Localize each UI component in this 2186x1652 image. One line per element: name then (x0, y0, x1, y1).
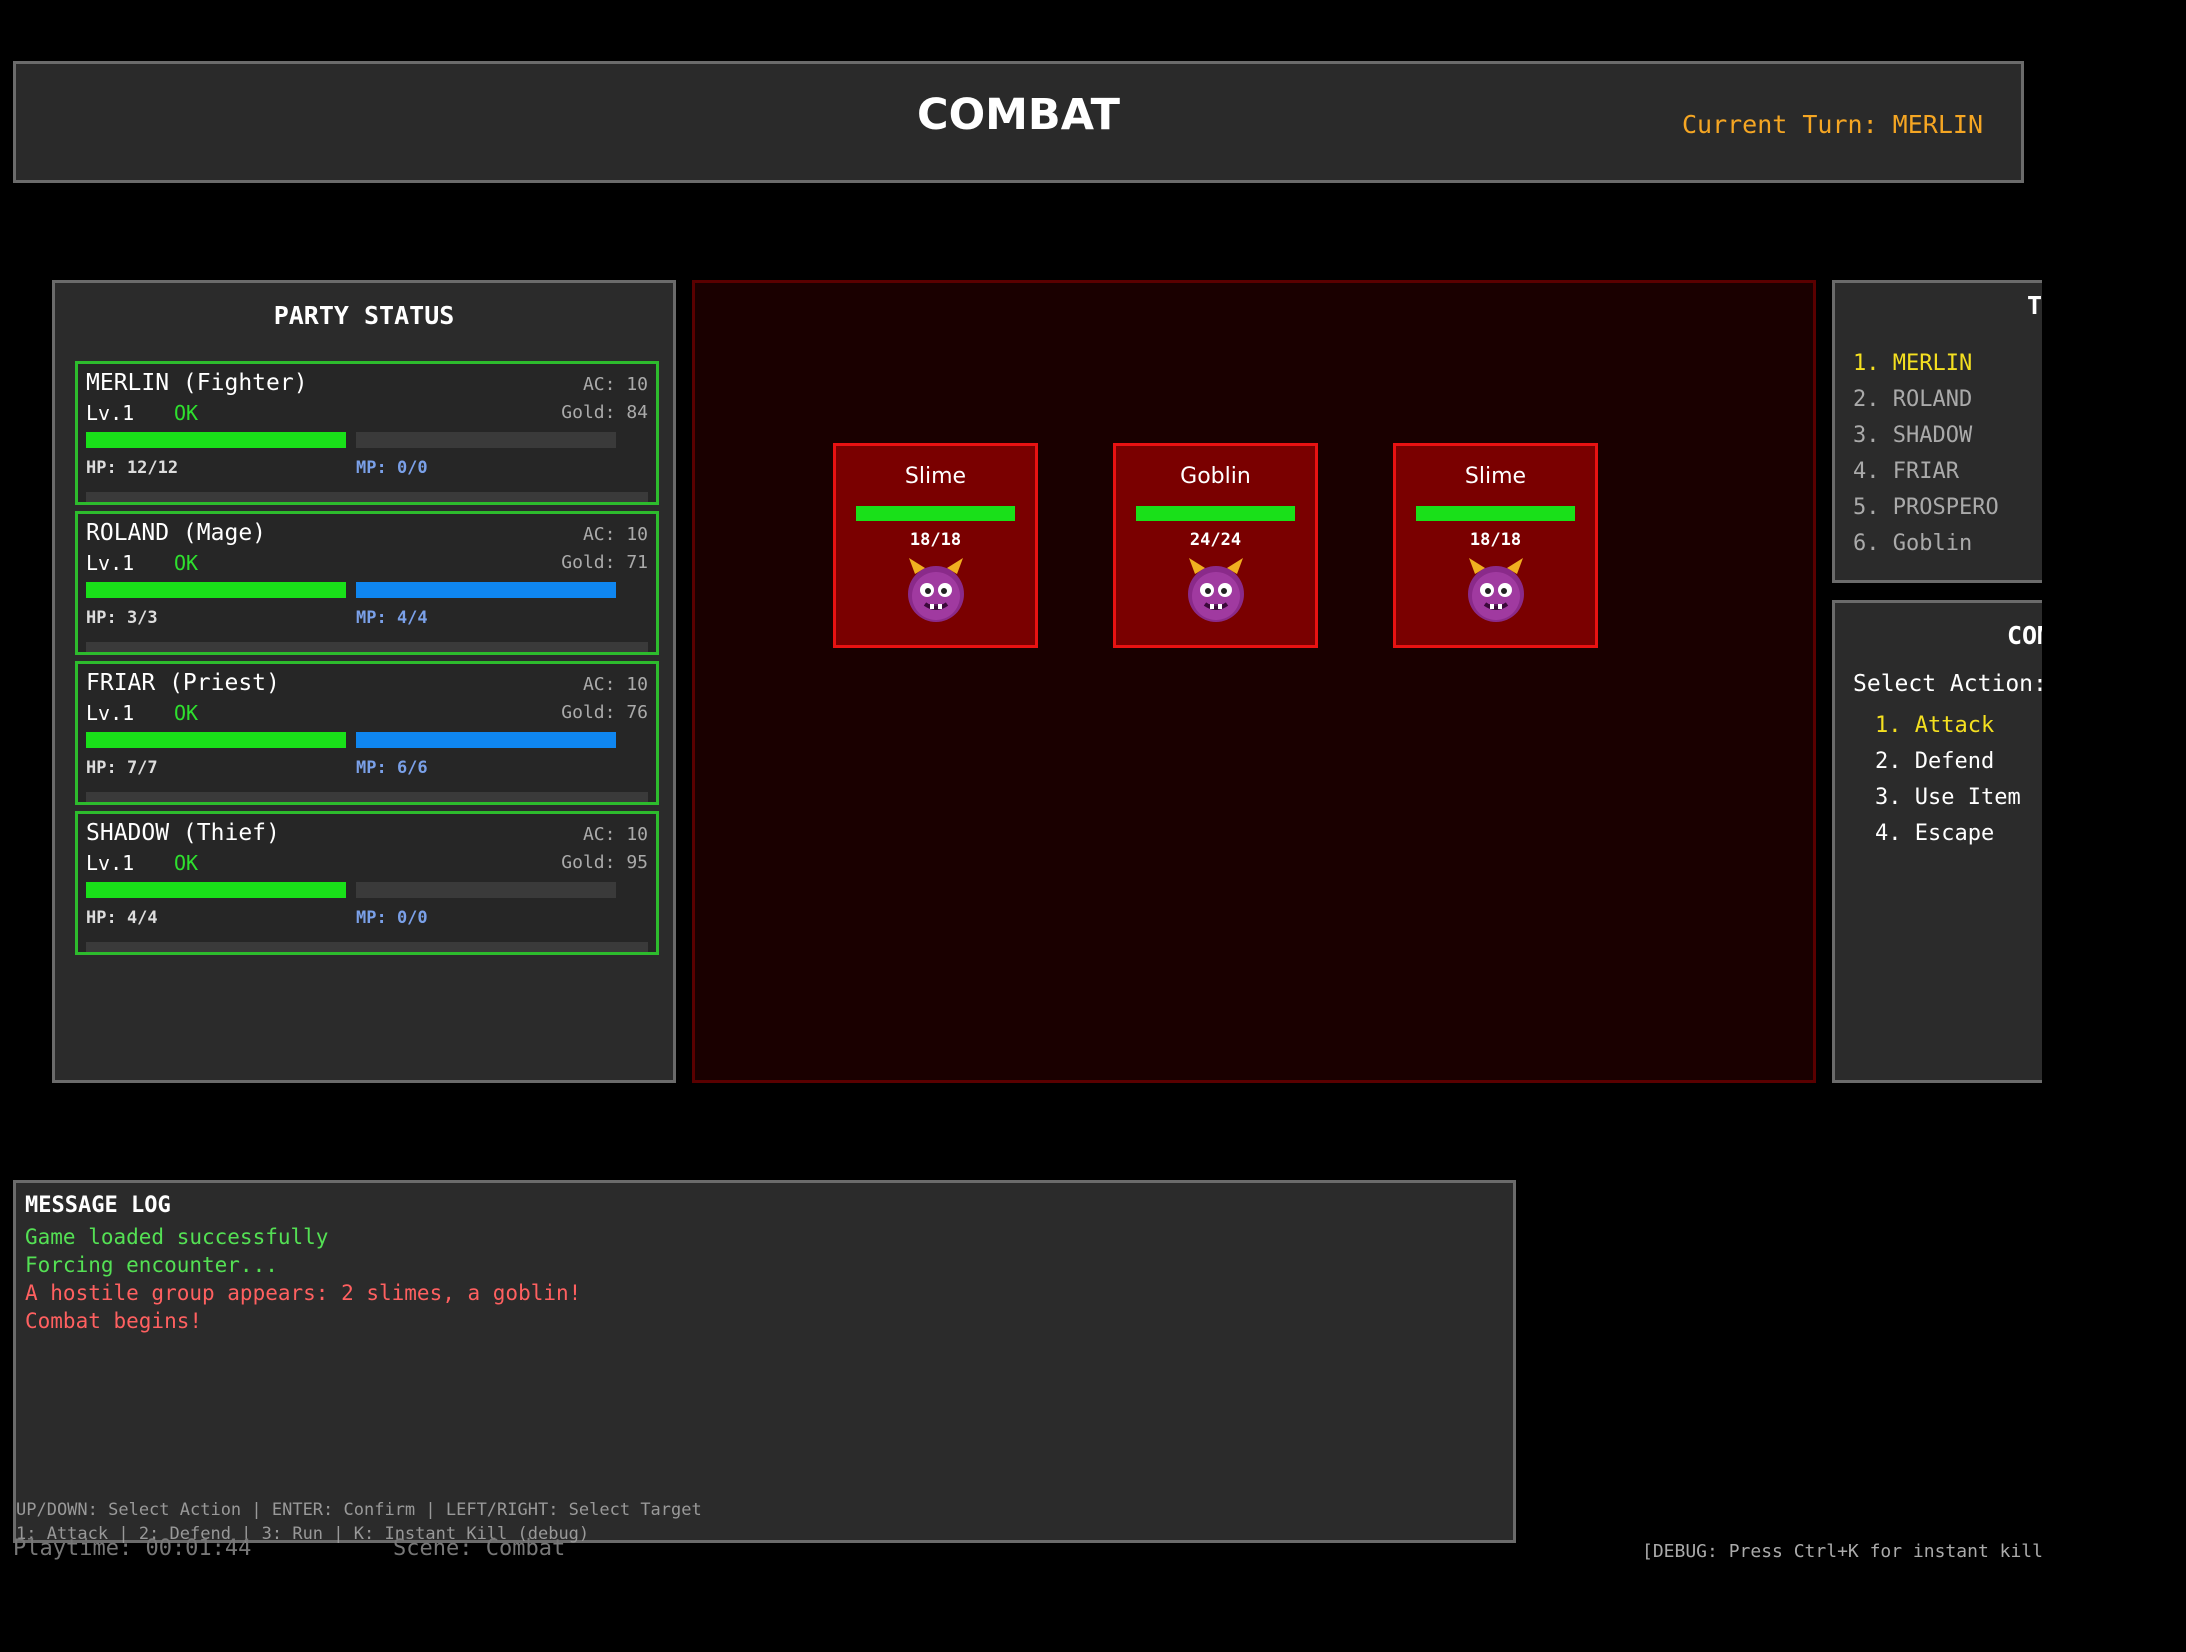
member-status: OK (174, 551, 199, 575)
turn-order-item: 5. PROSPERO (1853, 495, 1999, 520)
enemy-hp-text: 24/24 (1189, 530, 1242, 550)
hp-bar (86, 582, 346, 598)
command-panel: COM Select Action: 1. Attack 2. Defend 3… (1832, 600, 2042, 1083)
party-status-title: PARTY STATUS (273, 301, 455, 330)
demon-face-icon (1468, 558, 1524, 622)
member-status: OK (174, 701, 199, 725)
log-line: A hostile group appears: 2 slimes, a gob… (25, 1281, 582, 1305)
member-mp-text: MP: 0/0 (356, 908, 428, 928)
mp-bar (356, 582, 616, 598)
hp-bar (86, 882, 346, 898)
party-member-card[interactable]: FRIAR (Priest) AC: 10 Lv.1 OK Gold: 76 H… (75, 661, 659, 805)
turn-order-item: 2. ROLAND (1853, 387, 1973, 412)
member-gold: Gold: 76 (561, 702, 648, 723)
member-ac: AC: 10 (582, 824, 648, 845)
turn-order-panel: T 1. MERLIN 2. ROLAND 3. SHADOW 4. FRIAR… (1832, 280, 2042, 583)
command-prompt: Select Action: (1853, 671, 2042, 697)
member-xp-bar (86, 942, 648, 952)
message-log: MESSAGE LOG Game loaded successfully For… (13, 1180, 1516, 1544)
message-log-title: MESSAGE LOG (25, 1193, 171, 1218)
member-mp-text: MP: 0/0 (356, 458, 428, 478)
enemy-card[interactable]: Slime 18/18 (1393, 443, 1598, 648)
member-status: OK (174, 401, 199, 425)
action-escape[interactable]: 4. Escape (1875, 821, 1994, 846)
member-xp-bar (86, 792, 648, 802)
turn-order-item: 3. SHADOW (1853, 423, 1973, 448)
combat-header: COMBAT Current Turn: MERLIN (13, 61, 2024, 183)
member-name: FRIAR (Priest) (86, 670, 280, 696)
member-level: Lv.1 (86, 851, 135, 875)
enemy-card[interactable]: Goblin 24/24 (1113, 443, 1318, 648)
demon-face-icon (1188, 558, 1244, 622)
mp-bar (356, 882, 616, 898)
playtime-label: Playtime: 00:01:44 (13, 1536, 252, 1561)
party-member-card[interactable]: ROLAND (Mage) AC: 10 Lv.1 OK Gold: 71 HP… (75, 511, 659, 655)
turn-order-item: 6. Goblin (1853, 531, 1973, 556)
scene-label: Scene: Combat (393, 1536, 566, 1561)
member-hp-text: HP: 4/4 (86, 908, 158, 928)
member-status: OK (174, 851, 199, 875)
member-name: SHADOW (Thief) (86, 820, 280, 846)
member-mp-text: MP: 6/6 (356, 758, 428, 778)
member-ac: AC: 10 (582, 674, 648, 695)
action-defend[interactable]: 2. Defend (1875, 749, 1994, 774)
controls-help: UP/DOWN: Select Action | ENTER: Confirm … (16, 1500, 702, 1520)
enemy-card[interactable]: Slime 18/18 (833, 443, 1038, 648)
demon-face-icon (908, 558, 964, 622)
enemy-hp-text: 18/18 (909, 530, 962, 550)
enemy-hp-bar (856, 506, 1015, 521)
enemy-name: Goblin (1180, 464, 1251, 489)
turn-order-title: T (2026, 291, 2042, 320)
enemy-hp-bar (1136, 506, 1295, 521)
enemy-hp-text: 18/18 (1469, 530, 1522, 550)
battlefield: Slime 18/18 Goblin 24/24 Slime 18/18 (692, 280, 1816, 1083)
enemy-hp-bar (1416, 506, 1575, 521)
member-mp-text: MP: 4/4 (356, 608, 428, 628)
member-ac: AC: 10 (582, 524, 648, 545)
party-member-card[interactable]: SHADOW (Thief) AC: 10 Lv.1 OK Gold: 95 H… (75, 811, 659, 955)
member-level: Lv.1 (86, 401, 135, 425)
mp-bar (356, 432, 616, 448)
member-xp-bar (86, 492, 648, 502)
hp-bar (86, 732, 346, 748)
member-name: MERLIN (Fighter) (86, 370, 308, 396)
member-ac: AC: 10 (582, 374, 648, 395)
command-title: COM (2007, 621, 2042, 650)
member-xp-bar (86, 642, 648, 652)
turn-order-item: 1. MERLIN (1853, 351, 1973, 376)
member-gold: Gold: 84 (561, 402, 648, 423)
mp-bar (356, 732, 616, 748)
hp-bar (86, 432, 346, 448)
member-gold: Gold: 95 (561, 852, 648, 873)
turn-order-item: 4. FRIAR (1853, 459, 1959, 484)
member-level: Lv.1 (86, 701, 135, 725)
log-line: Forcing encounter... (25, 1253, 278, 1277)
member-hp-text: HP: 7/7 (86, 758, 158, 778)
current-turn-label: Current Turn: MERLIN (1681, 110, 1983, 139)
debug-hint: [DEBUG: Press Ctrl+K for instant kill] (1642, 1541, 2042, 1562)
member-level: Lv.1 (86, 551, 135, 575)
member-gold: Gold: 71 (561, 552, 648, 573)
party-status-panel: PARTY STATUS MERLIN (Fighter) AC: 10 Lv.… (52, 280, 676, 1083)
member-hp-text: HP: 3/3 (86, 608, 158, 628)
action-use-item[interactable]: 3. Use Item (1875, 785, 2021, 810)
member-hp-text: HP: 12/12 (86, 458, 179, 478)
log-line: Game loaded successfully (25, 1225, 329, 1249)
member-name: ROLAND (Mage) (86, 520, 267, 546)
party-member-card[interactable]: MERLIN (Fighter) AC: 10 Lv.1 OK Gold: 84… (75, 361, 659, 505)
log-line: Combat begins! (25, 1309, 203, 1333)
action-attack[interactable]: 1. Attack (1875, 713, 1994, 738)
enemy-name: Slime (1464, 464, 1527, 489)
enemy-name: Slime (904, 464, 967, 489)
